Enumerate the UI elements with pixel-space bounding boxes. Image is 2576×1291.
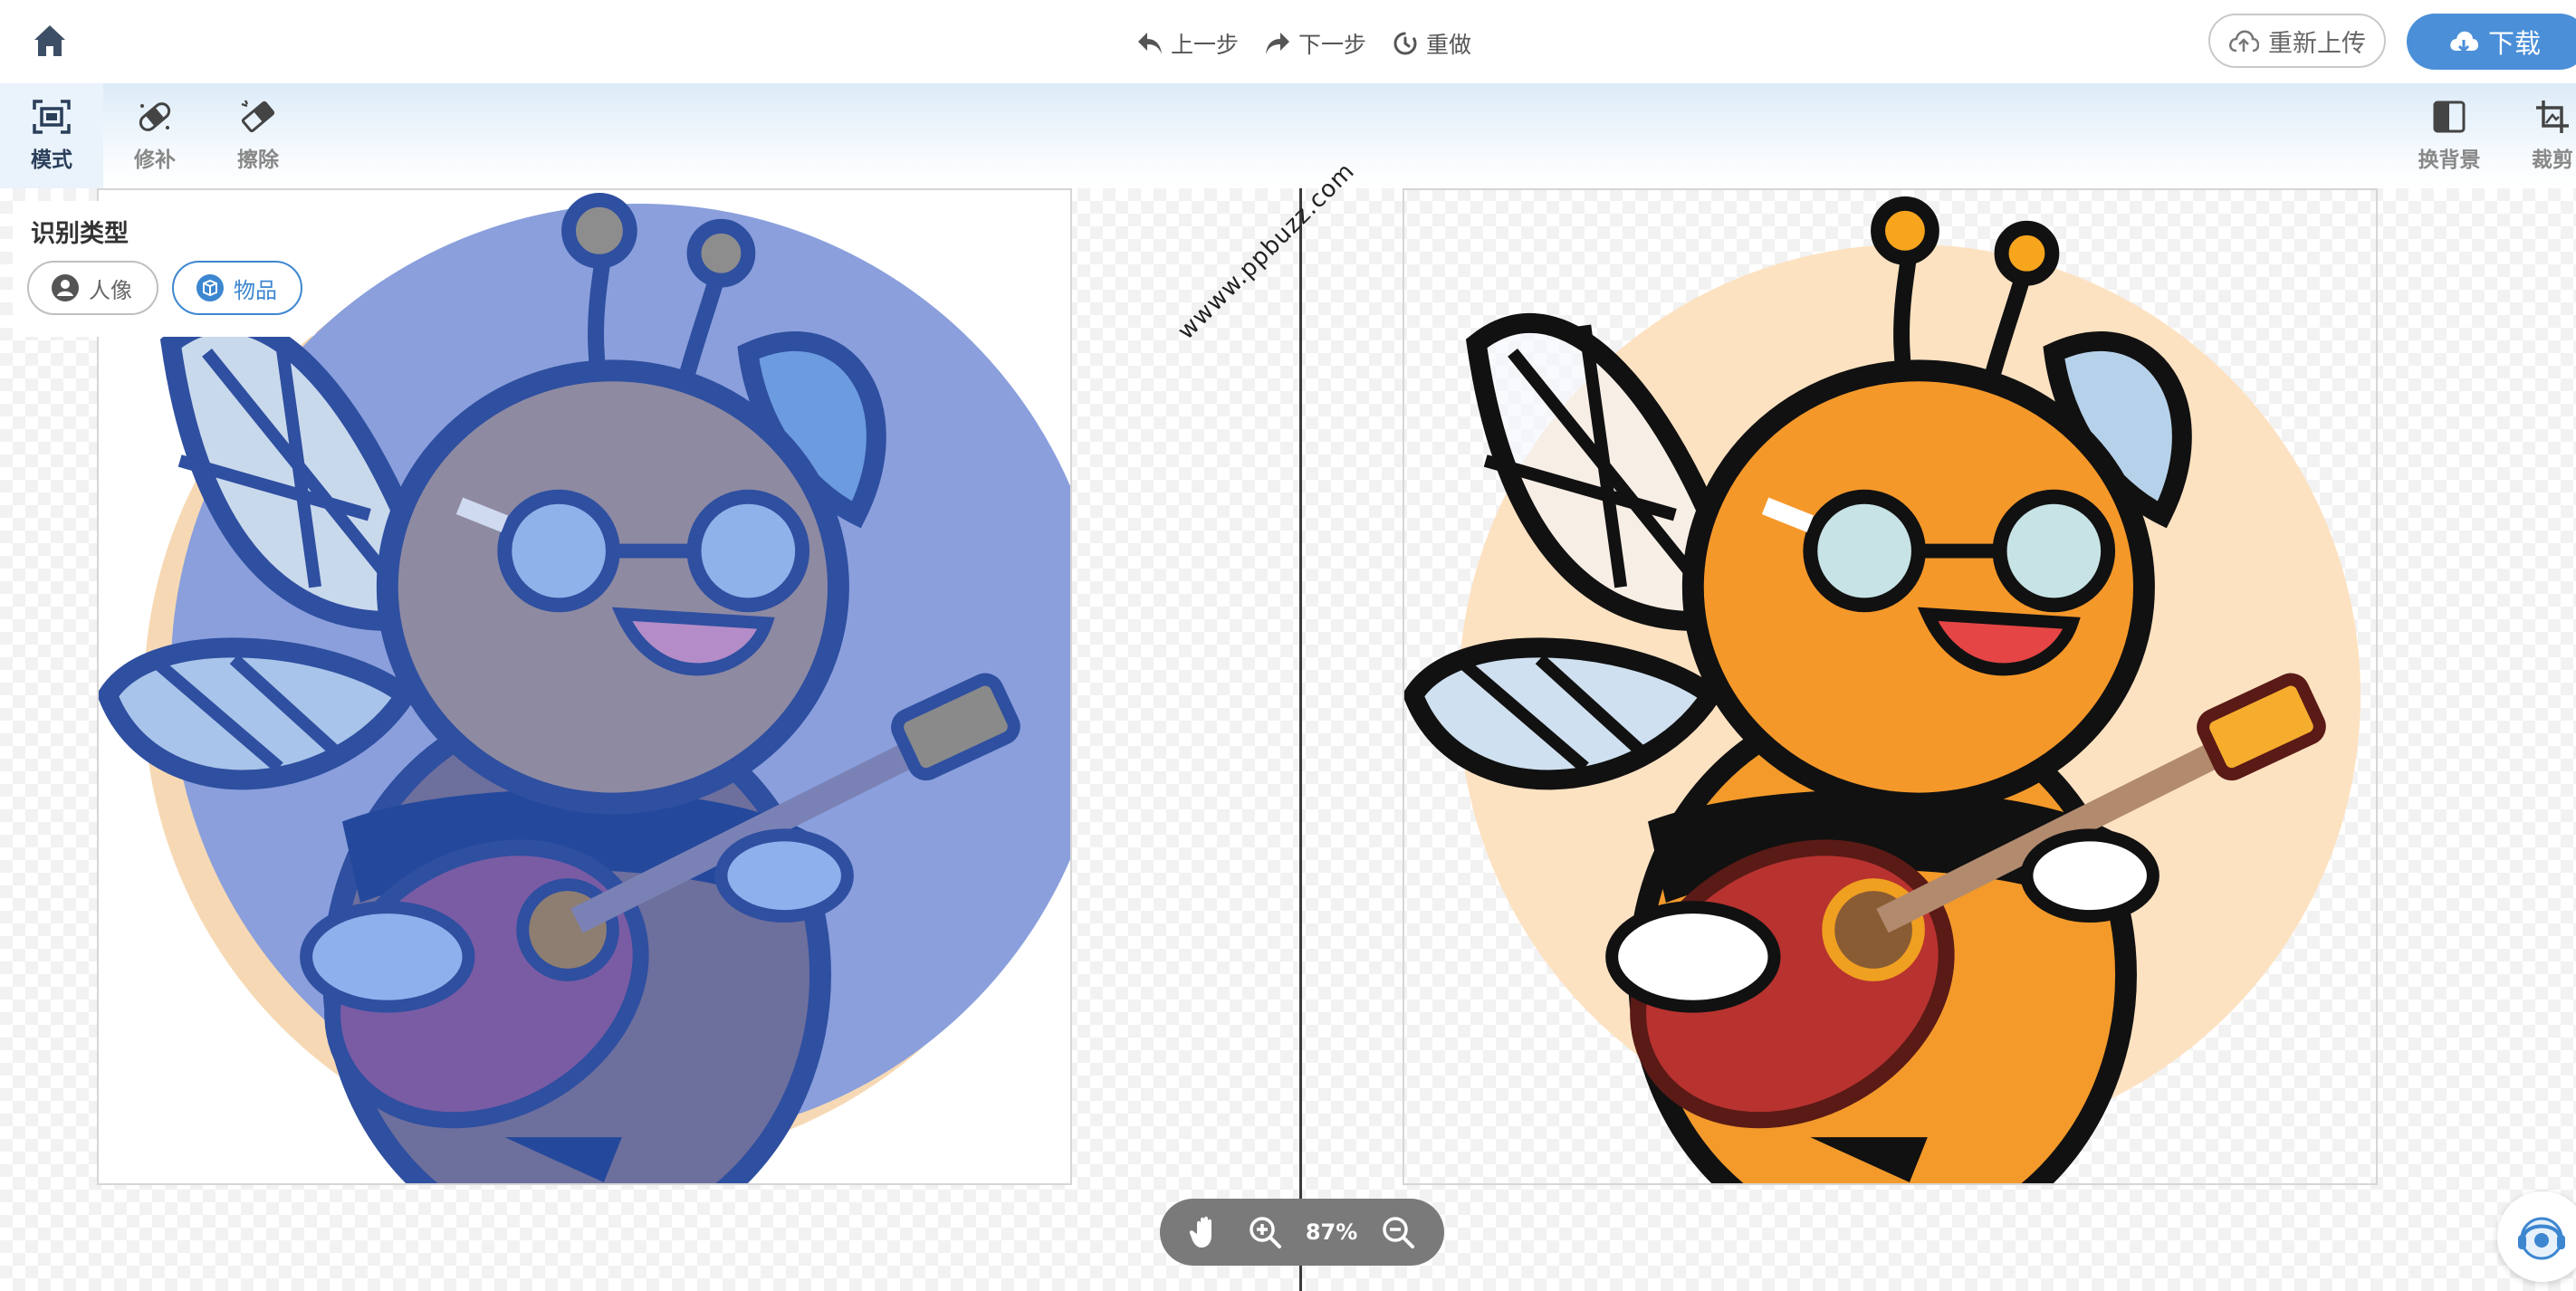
tool-bar: 模式 修补 擦除 换背景 裁剪 [0,83,2576,188]
reset-label: 重做 [1426,32,1472,58]
download-button[interactable]: 下载 [2407,14,2576,70]
undo-button[interactable]: 上一步 [1136,27,1239,60]
cloud-upload-icon [2229,30,2259,53]
home-icon [34,25,65,56]
zoom-out-icon [1383,1217,1415,1248]
change-background-icon [2433,100,2466,133]
tool-patch[interactable]: 修补 [103,83,206,188]
zoom-level: 87% [1305,1219,1358,1245]
headset-icon [2518,1217,2565,1260]
mode-icon [33,100,71,134]
original-image-panel [97,188,1072,1185]
tool-crop-label: 裁剪 [2532,148,2573,172]
redo-icon [1266,33,1290,54]
cloud-download-icon [2450,31,2478,53]
tool-patch-label: 修补 [134,148,176,172]
hand-icon [1189,1216,1211,1248]
reupload-label: 重新上传 [2268,29,2366,58]
recognition-type-title: 识别类型 [31,220,129,248]
history-controls: 上一步 下一步 重做 [1136,20,1471,67]
redo-button[interactable]: 下一步 [1264,27,1366,60]
tool-mode[interactable]: 模式 [0,83,103,188]
tool-mode-label: 模式 [31,148,72,172]
option-portrait[interactable]: 人像 [27,261,158,315]
tool-change-background[interactable]: 换背景 [2398,83,2501,188]
portrait-icon [52,274,79,301]
option-portrait-label: 人像 [89,277,132,303]
eraser-icon [241,100,275,133]
zoom-in-icon [1249,1217,1281,1248]
tool-eraser-label: 擦除 [237,148,279,172]
zoom-out-button[interactable] [1380,1214,1416,1250]
zoom-controls: 87% [1160,1199,1444,1266]
patch-icon [139,102,171,131]
pan-button[interactable] [1188,1214,1224,1250]
download-label: 下载 [2488,28,2542,59]
home-button[interactable] [25,16,74,65]
zoom-in-button[interactable] [1247,1214,1283,1250]
tool-crop[interactable]: 裁剪 [2501,83,2576,188]
reset-button[interactable]: 重做 [1392,27,1471,60]
bee-original-image [99,192,1070,1183]
tool-change-background-label: 换背景 [2418,148,2481,172]
bee-cutout-image [1404,196,2361,1183]
tool-eraser[interactable]: 擦除 [206,83,310,188]
reupload-button[interactable]: 重新上传 [2208,14,2386,68]
result-image-panel [1403,188,2378,1185]
undo-icon [1138,33,1162,54]
recognition-type-panel: 识别类型 人像 物品 [13,201,317,337]
undo-label: 上一步 [1171,32,1240,58]
top-bar: 上一步 下一步 重做 重新上传 下载 [0,0,2576,83]
option-object-label: 物品 [234,277,277,303]
compare-divider[interactable] [1299,188,1302,1291]
option-object[interactable]: 物品 [172,261,302,315]
reset-icon [1393,32,1417,55]
object-icon [196,274,224,301]
crop-icon [2536,100,2569,133]
redo-label: 下一步 [1298,32,1367,58]
